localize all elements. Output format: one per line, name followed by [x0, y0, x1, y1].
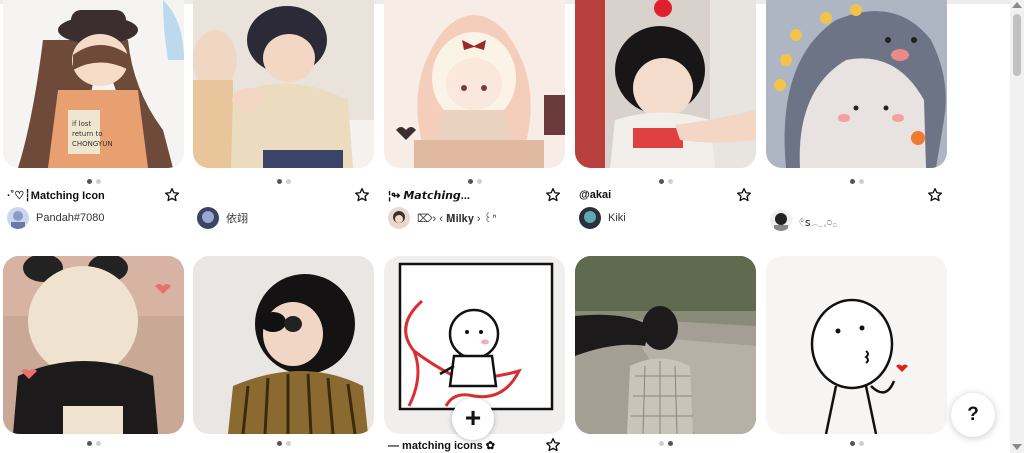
avatar: [197, 207, 219, 229]
save-star-icon[interactable]: [545, 437, 561, 453]
pin-title[interactable]: @akai: [579, 189, 729, 201]
carousel-dots: [3, 179, 184, 184]
carousel-dots: [3, 441, 184, 446]
pin-image[interactable]: [384, 0, 565, 168]
save-star-icon[interactable]: [736, 187, 752, 203]
pin-creator[interactable]: 𓏲ꜱ𓂃𓈒𓏸𓂂: [770, 208, 837, 232]
scroll-down-arrow-icon[interactable]: [1012, 444, 1022, 450]
pin-title[interactable]: ¦↬ 𝙈𝙖𝙩𝙘𝙝𝙞𝙣𝙜...: [388, 189, 538, 202]
pin-image[interactable]: [193, 0, 374, 168]
pin-image[interactable]: if lost return to CHONGYUN: [3, 0, 184, 168]
pin-image[interactable]: [575, 0, 756, 168]
pin-creator[interactable]: 依翊: [197, 206, 248, 230]
avatar: [579, 207, 601, 229]
pin-creator[interactable]: ⌦› ‹ 𝐌𝐢𝐥𝐤𝐲 › ꒰ᐢ: [388, 206, 497, 230]
carousel-dots: [766, 179, 947, 184]
creator-name: Kiki: [608, 212, 626, 224]
create-pin-button[interactable]: +: [452, 398, 494, 440]
avatar: [388, 207, 410, 229]
save-star-icon[interactable]: [164, 187, 180, 203]
pin-image[interactable]: [193, 256, 374, 434]
carousel-dots: [575, 179, 756, 184]
creator-name: ⌦› ‹ 𝐌𝐢𝐥𝐤𝐲 › ꒰ᐢ: [417, 213, 497, 225]
scroll-up-arrow-icon[interactable]: [1012, 2, 1022, 8]
pin-image[interactable]: [766, 0, 947, 168]
carousel-dots: [193, 441, 374, 446]
svg-text:if lost: if lost: [72, 120, 92, 128]
svg-text:CHONGYUN: CHONGYUN: [72, 140, 113, 148]
carousel-dots: [384, 179, 565, 184]
save-star-icon[interactable]: [354, 187, 370, 203]
creator-name: 依翊: [226, 213, 248, 225]
carousel-dots: [575, 441, 756, 446]
pin-grid: if lost return to CHONGYUN ·˚♡┆Matching …: [0, 0, 1010, 453]
avatar: [7, 207, 29, 229]
help-button[interactable]: ?: [951, 393, 995, 437]
creator-name: 𓏲ꜱ𓂃𓈒𓏸𓂂: [799, 216, 838, 229]
carousel-dots: [193, 179, 374, 184]
pin-title[interactable]: — matching icons ✿: [388, 439, 538, 452]
pin-title[interactable]: ·˚♡┆Matching Icon: [7, 189, 157, 202]
pin-image[interactable]: [3, 256, 184, 434]
pin-creator[interactable]: Kiki: [579, 206, 626, 230]
creator-name: Pandah#7080: [36, 212, 105, 224]
save-star-icon[interactable]: [927, 187, 943, 203]
pin-creator[interactable]: Pandah#7080: [7, 206, 105, 230]
save-star-icon[interactable]: [545, 187, 561, 203]
pin-image[interactable]: [766, 256, 947, 434]
avatar: [770, 209, 792, 231]
svg-text:return to: return to: [72, 130, 103, 138]
scrollbar-thumb[interactable]: [1013, 14, 1021, 76]
pin-image[interactable]: [575, 256, 756, 434]
carousel-dots: [766, 441, 947, 446]
